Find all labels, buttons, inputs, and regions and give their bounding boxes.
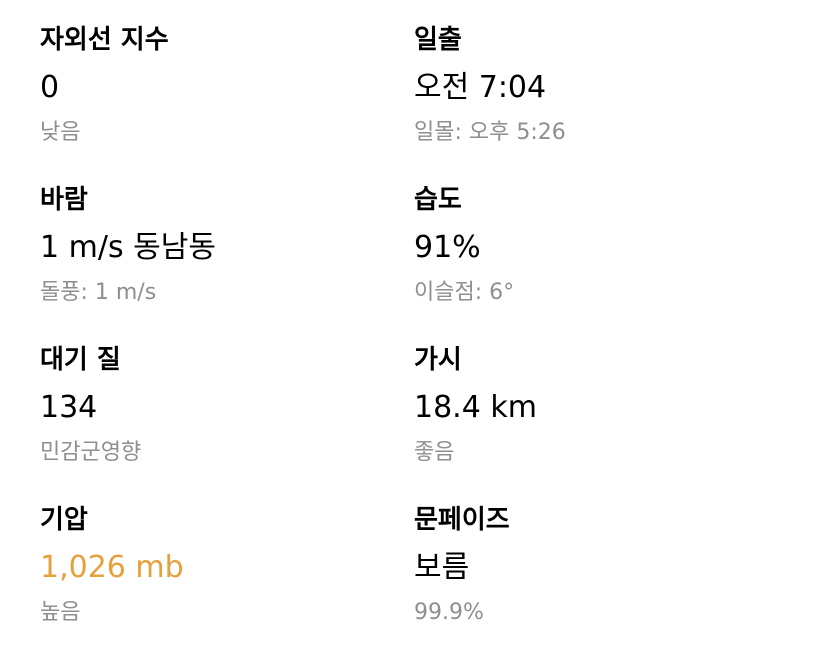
moon-phase-title: 문페이즈 [414,505,510,535]
wind-gust-value: 돌풍: 1 m/s [40,280,157,305]
wind-tile: 바람 1 m/s 동남동 돌풍: 1 m/s [40,182,380,308]
moon-illumination-value: 99.9% [414,600,484,625]
pressure-tile: 기압 1,026 mb 높음 [40,502,380,628]
wind-value: 1 m/s 동남동 [40,230,216,265]
uv-index-level: 낮음 [40,120,81,145]
air-quality-title: 대기 질 [40,345,121,375]
sunrise-value: 오전 7:04 [414,70,547,105]
moon-phase-tile: 문페이즈 보름 99.9% [414,502,754,628]
humidity-title: 습도 [414,185,462,215]
air-quality-tile: 대기 질 134 민감군영향 [40,342,380,468]
humidity-tile: 습도 91% 이슬점: 6° [414,182,754,308]
visibility-tile: 가시 18.4 km 좋음 [414,342,754,468]
sunrise-tile: 일출 오전 7:04 일몰: 오후 5:26 [414,22,754,148]
pressure-level: 높음 [40,600,81,625]
wind-title: 바람 [40,185,88,215]
sunset-value: 일몰: 오후 5:26 [414,120,566,145]
sunrise-title: 일출 [414,25,462,55]
pressure-title: 기압 [40,505,88,535]
humidity-value: 91% [414,230,481,265]
moon-phase-value: 보름 [414,550,470,585]
visibility-level: 좋음 [414,440,455,465]
air-quality-value: 134 [40,390,98,425]
dew-point-value: 이슬점: 6° [414,280,515,305]
air-quality-level: 민감군영향 [40,440,142,465]
pressure-value: 1,026 mb [40,550,184,585]
visibility-value: 18.4 km [414,390,537,425]
uv-index-value: 0 [40,70,60,105]
uv-index-title: 자외선 지수 [40,25,169,55]
uv-index-tile: 자외선 지수 0 낮음 [40,22,380,148]
visibility-title: 가시 [414,345,462,375]
